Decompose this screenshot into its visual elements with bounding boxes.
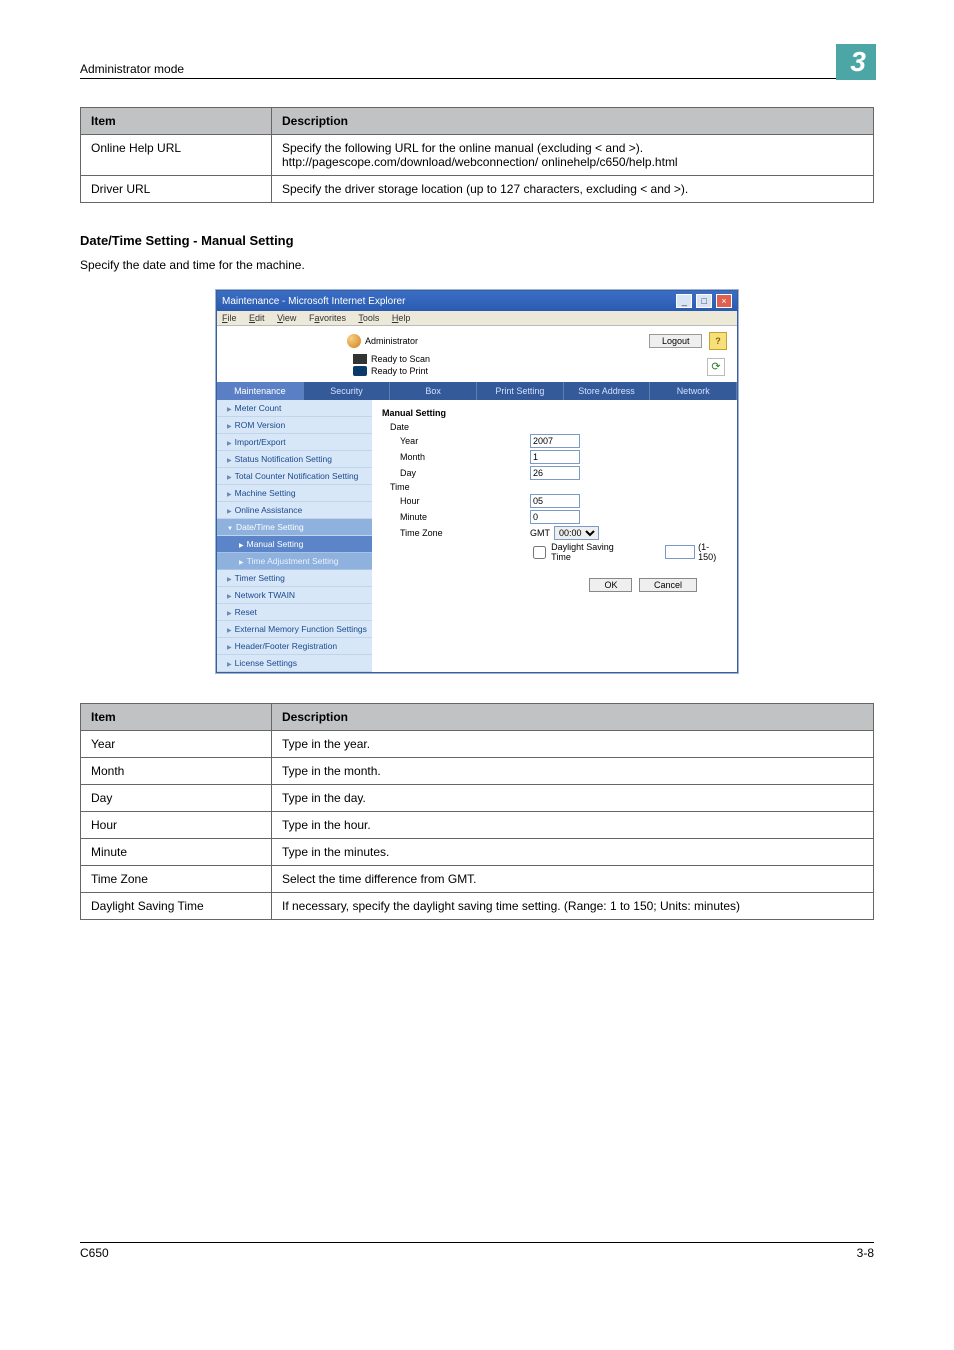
sidebar-item-total-counter-notification[interactable]: Total Counter Notification Setting bbox=[217, 468, 372, 485]
window-title: Maintenance - Microsoft Internet Explore… bbox=[222, 296, 405, 307]
printer-icon bbox=[353, 366, 367, 376]
table-row: Time ZoneSelect the time difference from… bbox=[81, 866, 874, 893]
ie-window: Maintenance - Microsoft Internet Explore… bbox=[216, 290, 738, 673]
help-icon[interactable]: ? bbox=[709, 332, 727, 350]
window-controls: _ □ × bbox=[675, 294, 732, 308]
month-label: Month bbox=[382, 452, 530, 462]
sidebar-sub-manual-setting[interactable]: Manual Setting bbox=[217, 536, 372, 553]
form-title: Manual Setting bbox=[382, 408, 727, 418]
menu-tools[interactable]: Tools bbox=[358, 313, 379, 323]
th-item: Item bbox=[81, 108, 272, 135]
sidebar-item-header-footer[interactable]: Header/Footer Registration bbox=[217, 638, 372, 655]
sidebar-item-rom-version[interactable]: ROM Version bbox=[217, 417, 372, 434]
table-row: HourType in the hour. bbox=[81, 812, 874, 839]
sidebar-item-timer-setting[interactable]: Timer Setting bbox=[217, 570, 372, 587]
table-row: DayType in the day. bbox=[81, 785, 874, 812]
tab-print-setting[interactable]: Print Setting bbox=[477, 382, 564, 400]
menu-favorites[interactable]: Favorites bbox=[309, 313, 346, 323]
table-row: Online Help URL Specify the following UR… bbox=[81, 135, 874, 176]
th-desc: Description bbox=[272, 108, 874, 135]
sidebar-item-license-settings[interactable]: License Settings bbox=[217, 655, 372, 672]
dst-unit: (1-150) bbox=[698, 542, 727, 562]
page-footer: C650 3-8 bbox=[80, 1242, 874, 1260]
table-row: Driver URL Specify the driver storage lo… bbox=[81, 176, 874, 203]
hour-input[interactable] bbox=[530, 494, 580, 508]
chapter-badge: 3 bbox=[836, 44, 874, 80]
th-item: Item bbox=[81, 704, 272, 731]
tab-bar: Maintenance Security Box Print Setting S… bbox=[217, 382, 737, 400]
table-row: Daylight Saving TimeIf necessary, specif… bbox=[81, 893, 874, 920]
ok-button[interactable]: OK bbox=[589, 578, 632, 592]
dst-value-input[interactable] bbox=[665, 545, 695, 559]
time-group-label: Time bbox=[382, 482, 520, 492]
fields-table: Item Description YearType in the year. M… bbox=[80, 703, 874, 920]
year-input[interactable] bbox=[530, 434, 580, 448]
sidebar: Meter Count ROM Version Import/Export St… bbox=[217, 400, 372, 672]
status-area: Ready to Scan Ready to Print ⟳ bbox=[353, 354, 737, 382]
sidebar-item-external-memory[interactable]: External Memory Function Settings bbox=[217, 621, 372, 638]
menu-help[interactable]: Help bbox=[392, 313, 411, 323]
sidebar-item-machine-setting[interactable]: Machine Setting bbox=[217, 485, 372, 502]
tab-network[interactable]: Network bbox=[650, 382, 737, 400]
sidebar-item-reset[interactable]: Reset bbox=[217, 604, 372, 621]
timezone-select[interactable]: 00:00 bbox=[554, 526, 599, 540]
scanner-icon bbox=[353, 354, 367, 364]
header-section-title: Administrator mode bbox=[80, 62, 184, 76]
ie-menubar: File Edit View Favorites Tools Help bbox=[217, 311, 737, 326]
minimize-icon[interactable]: _ bbox=[676, 294, 692, 308]
app-topbar: Administrator Logout ? bbox=[217, 326, 737, 354]
day-input[interactable] bbox=[530, 466, 580, 480]
dst-checkbox[interactable] bbox=[533, 546, 546, 559]
maximize-icon[interactable]: □ bbox=[696, 294, 712, 308]
footer-model: C650 bbox=[80, 1246, 109, 1260]
sidebar-sub-time-adjustment[interactable]: Time Adjustment Setting bbox=[217, 553, 372, 570]
minute-label: Minute bbox=[382, 512, 530, 522]
table-row: YearType in the year. bbox=[81, 731, 874, 758]
timezone-label: Time Zone bbox=[382, 528, 530, 538]
logout-button[interactable]: Logout bbox=[649, 334, 703, 348]
gmt-prefix: GMT bbox=[530, 528, 550, 538]
ie-titlebar: Maintenance - Microsoft Internet Explore… bbox=[217, 291, 737, 311]
table-row: MinuteType in the minutes. bbox=[81, 839, 874, 866]
minute-input[interactable] bbox=[530, 510, 580, 524]
dst-label: Daylight Saving Time bbox=[551, 542, 635, 562]
form-pane: Manual Setting Date Year Month Day Time … bbox=[372, 400, 737, 672]
section-heading: Date/Time Setting - Manual Setting bbox=[80, 233, 874, 248]
tab-box[interactable]: Box bbox=[390, 382, 477, 400]
tab-maintenance[interactable]: Maintenance bbox=[217, 382, 304, 400]
refresh-icon[interactable]: ⟳ bbox=[707, 358, 725, 376]
th-desc: Description bbox=[272, 704, 874, 731]
year-label: Year bbox=[382, 436, 530, 446]
month-input[interactable] bbox=[530, 450, 580, 464]
menu-edit[interactable]: Edit bbox=[249, 313, 265, 323]
sidebar-item-network-twain[interactable]: Network TWAIN bbox=[217, 587, 372, 604]
cancel-button[interactable]: Cancel bbox=[639, 578, 697, 592]
url-table: Item Description Online Help URL Specify… bbox=[80, 107, 874, 203]
sidebar-item-datetime-setting[interactable]: Date/Time Setting bbox=[217, 519, 372, 536]
menu-file[interactable]: File bbox=[222, 313, 237, 323]
tab-security[interactable]: Security bbox=[304, 382, 391, 400]
admin-label: Administrator bbox=[347, 334, 418, 348]
day-label: Day bbox=[382, 468, 530, 478]
table-row: MonthType in the month. bbox=[81, 758, 874, 785]
sidebar-item-meter-count[interactable]: Meter Count bbox=[217, 400, 372, 417]
section-intro: Specify the date and time for the machin… bbox=[80, 258, 874, 272]
menu-view[interactable]: View bbox=[277, 313, 296, 323]
sidebar-item-status-notification[interactable]: Status Notification Setting bbox=[217, 451, 372, 468]
date-group-label: Date bbox=[382, 422, 520, 432]
hour-label: Hour bbox=[382, 496, 530, 506]
footer-page: 3-8 bbox=[857, 1246, 874, 1260]
tab-store-address[interactable]: Store Address bbox=[564, 382, 651, 400]
sidebar-item-online-assistance[interactable]: Online Assistance bbox=[217, 502, 372, 519]
sidebar-item-import-export[interactable]: Import/Export bbox=[217, 434, 372, 451]
admin-icon bbox=[347, 334, 361, 348]
close-icon[interactable]: × bbox=[716, 294, 732, 308]
page-header: Administrator mode 3 bbox=[80, 40, 874, 79]
